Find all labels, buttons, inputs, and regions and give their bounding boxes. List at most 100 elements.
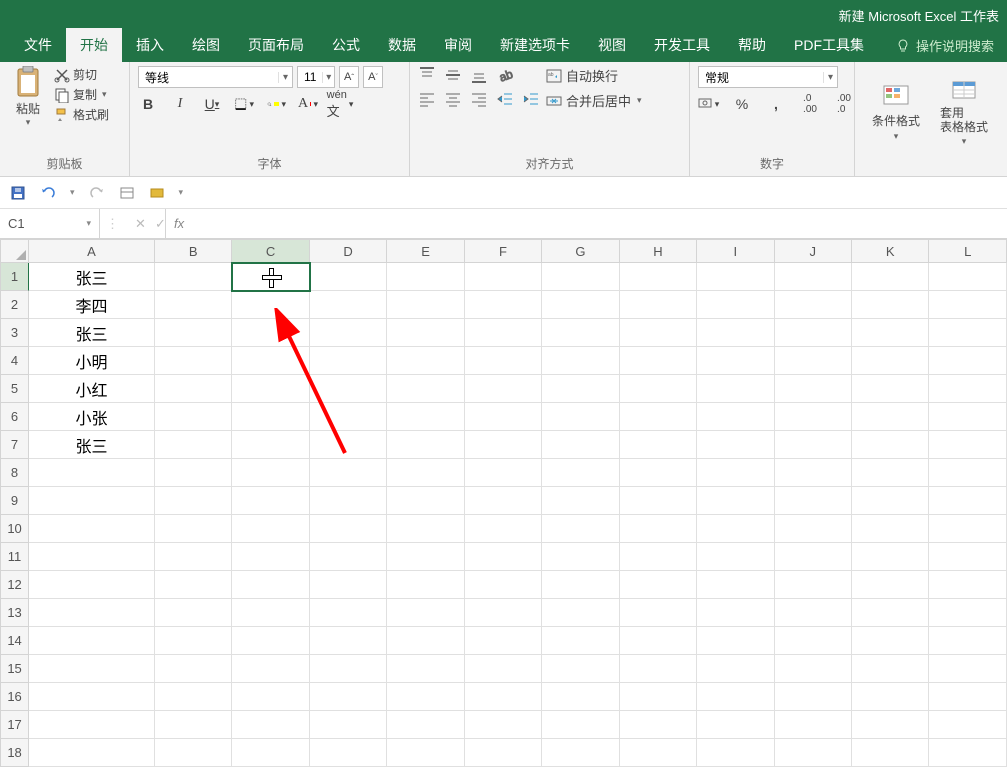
cell-I8[interactable] bbox=[697, 459, 774, 487]
cell-B7[interactable] bbox=[155, 431, 232, 459]
cell-I6[interactable] bbox=[697, 403, 774, 431]
cell-C7[interactable] bbox=[232, 431, 309, 459]
cell-L18[interactable] bbox=[929, 739, 1006, 767]
row-header-18[interactable]: 18 bbox=[0, 739, 29, 767]
cell-C15[interactable] bbox=[232, 655, 309, 683]
cell-C8[interactable] bbox=[232, 459, 309, 487]
cell-I18[interactable] bbox=[697, 739, 774, 767]
row-header-10[interactable]: 10 bbox=[0, 515, 29, 543]
cell-G12[interactable] bbox=[542, 571, 619, 599]
cell-D18[interactable] bbox=[310, 739, 387, 767]
wrap-text-button[interactable]: ab 自动换行 bbox=[546, 66, 642, 85]
col-header-L[interactable]: L bbox=[929, 239, 1006, 263]
cell-F9[interactable] bbox=[465, 487, 542, 515]
cell-G15[interactable] bbox=[542, 655, 619, 683]
cell-A9[interactable] bbox=[29, 487, 155, 515]
phonetic-button[interactable]: wén文▾ bbox=[330, 94, 350, 114]
cell-I4[interactable] bbox=[697, 347, 774, 375]
cell-L16[interactable] bbox=[929, 683, 1006, 711]
cell-A18[interactable] bbox=[29, 739, 155, 767]
cell-C12[interactable] bbox=[232, 571, 309, 599]
cell-F11[interactable] bbox=[465, 543, 542, 571]
col-header-K[interactable]: K bbox=[852, 239, 929, 263]
align-left-icon[interactable] bbox=[418, 90, 436, 108]
cancel-icon[interactable]: ✕ bbox=[125, 216, 145, 232]
cell-K2[interactable] bbox=[852, 291, 929, 319]
cell-D11[interactable] bbox=[310, 543, 387, 571]
cell-C16[interactable] bbox=[232, 683, 309, 711]
cell-B10[interactable] bbox=[155, 515, 232, 543]
tab-审阅[interactable]: 审阅 bbox=[430, 28, 486, 62]
col-header-G[interactable]: G bbox=[542, 239, 619, 263]
cell-B18[interactable] bbox=[155, 739, 232, 767]
cell-B6[interactable] bbox=[155, 403, 232, 431]
formula-input[interactable] bbox=[192, 209, 1007, 238]
cell-E12[interactable] bbox=[387, 571, 464, 599]
qat-button-1[interactable] bbox=[119, 185, 135, 201]
cell-H10[interactable] bbox=[620, 515, 697, 543]
cell-E18[interactable] bbox=[387, 739, 464, 767]
cell-L8[interactable] bbox=[929, 459, 1006, 487]
cell-I1[interactable] bbox=[697, 263, 774, 291]
cell-G17[interactable] bbox=[542, 711, 619, 739]
align-bottom-icon[interactable] bbox=[470, 66, 488, 84]
cell-E13[interactable] bbox=[387, 599, 464, 627]
cell-E2[interactable] bbox=[387, 291, 464, 319]
row-header-15[interactable]: 15 bbox=[0, 655, 29, 683]
cell-K6[interactable] bbox=[852, 403, 929, 431]
cell-A15[interactable] bbox=[29, 655, 155, 683]
cell-D5[interactable] bbox=[310, 375, 387, 403]
cell-D8[interactable] bbox=[310, 459, 387, 487]
font-size-combo[interactable]: 11▾ bbox=[297, 66, 335, 88]
cell-D3[interactable] bbox=[310, 319, 387, 347]
cell-E6[interactable] bbox=[387, 403, 464, 431]
cell-K14[interactable] bbox=[852, 627, 929, 655]
cell-A6[interactable]: 小张 bbox=[29, 403, 155, 431]
percent-button[interactable]: % bbox=[732, 94, 752, 114]
cell-D6[interactable] bbox=[310, 403, 387, 431]
align-middle-icon[interactable] bbox=[444, 66, 462, 84]
cell-B12[interactable] bbox=[155, 571, 232, 599]
cell-F18[interactable] bbox=[465, 739, 542, 767]
cell-E3[interactable] bbox=[387, 319, 464, 347]
cell-C9[interactable] bbox=[232, 487, 309, 515]
col-header-J[interactable]: J bbox=[775, 239, 852, 263]
cell-G2[interactable] bbox=[542, 291, 619, 319]
cell-C6[interactable] bbox=[232, 403, 309, 431]
tab-PDF工具集[interactable]: PDF工具集 bbox=[780, 28, 878, 62]
bold-button[interactable]: B bbox=[138, 94, 158, 114]
row-header-11[interactable]: 11 bbox=[0, 543, 29, 571]
cell-I5[interactable] bbox=[697, 375, 774, 403]
cell-C4[interactable] bbox=[232, 347, 309, 375]
cell-F5[interactable] bbox=[465, 375, 542, 403]
cell-G3[interactable] bbox=[542, 319, 619, 347]
cell-C17[interactable] bbox=[232, 711, 309, 739]
cell-L3[interactable] bbox=[929, 319, 1006, 347]
cell-L14[interactable] bbox=[929, 627, 1006, 655]
cell-G9[interactable] bbox=[542, 487, 619, 515]
cell-J14[interactable] bbox=[775, 627, 852, 655]
cell-L7[interactable] bbox=[929, 431, 1006, 459]
cell-C18[interactable] bbox=[232, 739, 309, 767]
cell-J18[interactable] bbox=[775, 739, 852, 767]
cell-D16[interactable] bbox=[310, 683, 387, 711]
number-format-combo[interactable]: 常规▾ bbox=[698, 66, 838, 88]
cell-H9[interactable] bbox=[620, 487, 697, 515]
cell-A16[interactable] bbox=[29, 683, 155, 711]
cell-G18[interactable] bbox=[542, 739, 619, 767]
cell-K7[interactable] bbox=[852, 431, 929, 459]
cell-D14[interactable] bbox=[310, 627, 387, 655]
cell-K17[interactable] bbox=[852, 711, 929, 739]
cell-C2[interactable] bbox=[232, 291, 309, 319]
col-header-A[interactable]: A bbox=[29, 239, 155, 263]
cell-I16[interactable] bbox=[697, 683, 774, 711]
cell-I13[interactable] bbox=[697, 599, 774, 627]
row-header-1[interactable]: 1 bbox=[0, 263, 29, 291]
cell-J6[interactable] bbox=[775, 403, 852, 431]
cell-E1[interactable] bbox=[387, 263, 464, 291]
cell-A13[interactable] bbox=[29, 599, 155, 627]
cell-J3[interactable] bbox=[775, 319, 852, 347]
cell-L12[interactable] bbox=[929, 571, 1006, 599]
align-center-icon[interactable] bbox=[444, 90, 462, 108]
cell-A5[interactable]: 小红 bbox=[29, 375, 155, 403]
